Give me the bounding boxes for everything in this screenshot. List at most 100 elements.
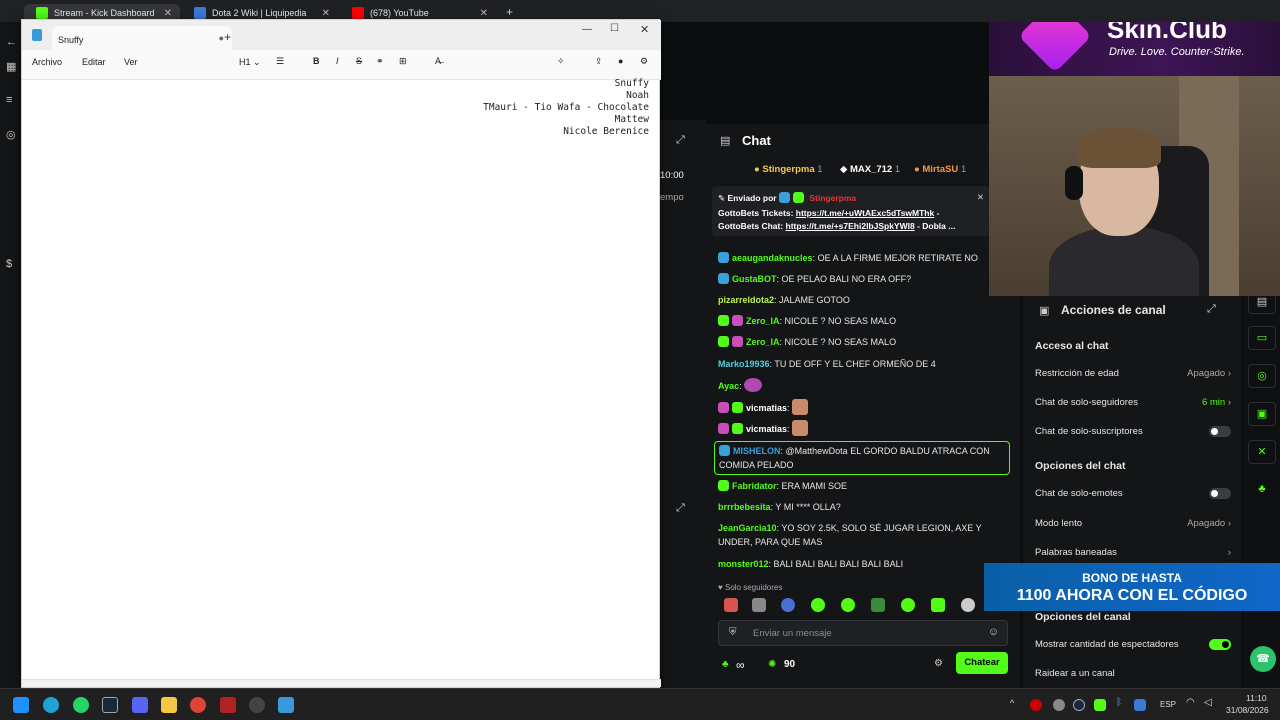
close-icon[interactable]: ✕ [480,8,488,19]
send-chat-button[interactable]: Chatear [956,652,1008,674]
tray-steam-icon[interactable] [1073,699,1085,711]
expand-icon[interactable]: ⤢ [676,502,685,515]
save-icon[interactable]: ▣ [1248,402,1276,426]
pinned-link[interactable]: https://t.me/+s7Ehi2lbJSpkYWI8 [786,221,915,231]
grid-icon[interactable]: ▦ [6,60,16,73]
share-icon[interactable]: ⇪ [595,56,603,67]
gifter-2[interactable]: ◆ MAX_712 1 [840,164,900,175]
strikethrough-icon[interactable]: S [356,56,362,66]
chat-message[interactable]: aeaugandaknucles: OE A LA FIRME MEJOR RE… [718,251,1010,265]
chat-message[interactable]: Zero_IA: NICOLE ? NO SEAS MALO [718,314,1010,328]
close-icon[interactable]: ✕ [640,23,649,36]
viewer-count-toggle[interactable] [1209,639,1231,650]
subscribers-only-row[interactable]: Chat de solo-suscriptores [1035,426,1231,437]
users-icon[interactable]: ♣ [1248,478,1276,502]
language-indicator[interactable]: ESP [1160,700,1176,709]
chat-username[interactable]: JeanGarcia10 [718,523,777,533]
chat-message[interactable]: Marko19936: TU DE OFF Y EL CHEF ORMEÑO D… [718,357,1010,371]
chat-message[interactable]: JeanGarcia10: YO SOY 2.5K, SOLO SÉ JUGAR… [718,521,1010,549]
wifi-icon[interactable]: ◠ [1186,697,1195,708]
obs-icon[interactable] [249,697,265,713]
pinned-link[interactable]: https://t.me/+uWtAExc5dTswMThk [796,208,934,218]
back-arrow-icon[interactable]: ← [6,36,17,48]
tray-chevron-icon[interactable]: ^ [1010,698,1014,708]
chat-message[interactable]: vicmatias: [718,420,1010,436]
shield-icon[interactable]: ⛨ [729,627,737,638]
emote-icon[interactable] [811,598,825,612]
notepad-document[interactable]: Snuffy Noah TMauri - Tio Wafa - Chocolat… [483,78,649,138]
menu-edit[interactable]: Editar [82,57,106,67]
emote-icon[interactable] [871,598,885,612]
clock-time[interactable]: 11:10 [1246,693,1267,703]
compass-icon[interactable]: ◎ [6,128,16,141]
emote-icon[interactable] [961,598,975,612]
chat-input[interactable]: ⛨ Enviar un mensaje ☺ [718,620,1008,646]
tray-app-icon[interactable] [1030,699,1042,711]
tray-app-icon[interactable] [1053,699,1065,711]
plus-icon[interactable]: + [506,5,513,19]
steam-icon[interactable] [102,697,118,713]
heading-selector[interactable]: H1 ⌄ [239,57,261,68]
chat-username[interactable]: vicmatias [746,403,787,413]
notepad-tab[interactable]: Snuffy ● [52,26,232,50]
chat-username[interactable]: Marko19936 [718,359,770,369]
clock-date[interactable]: 31/08/2026 [1226,705,1269,715]
chat-message[interactable]: Fabridator: ERA MAMI SOE [718,479,1010,493]
age-restriction-row[interactable]: Restricción de edad Apagado › [1035,368,1231,379]
discord-icon[interactable] [132,697,148,713]
chat-bubble-icon[interactable]: ▭ [1248,326,1276,350]
pinned-sender[interactable]: Stingerpma [809,193,856,203]
chrome-icon[interactable] [190,697,206,713]
unpin-icon[interactable]: ✕ [977,192,984,203]
copilot-icon[interactable]: ✧ [557,56,565,67]
dollar-icon[interactable]: $ [6,258,12,270]
emotes-only-toggle[interactable] [1209,488,1231,499]
settings-gear-icon[interactable]: ⚙ [640,56,648,67]
slow-mode-row[interactable]: Modo lento Apagado › [1035,518,1231,529]
chat-username[interactable]: vicmatias [746,424,787,434]
menu-icon[interactable]: ≡ [6,94,12,106]
subscribers-only-toggle[interactable] [1209,426,1231,437]
chat-username[interactable]: brrrbebesita [718,502,771,512]
link-icon[interactable]: ⚭ [376,56,384,67]
emote-icon[interactable] [901,598,915,612]
list-icon[interactable]: ☰ [276,56,284,67]
folder-icon[interactable] [161,697,177,713]
chat-message[interactable]: vicmatias: [718,399,1010,415]
expand-icon[interactable]: ⤢ [676,134,685,147]
tray-app-icon[interactable] [1094,699,1106,711]
clear-format-icon[interactable]: A̶ [435,56,441,66]
new-tab-plus-icon[interactable]: + [224,30,231,44]
chat-username[interactable]: monster012 [718,559,769,569]
emote-icon[interactable] [781,598,795,612]
chat-username[interactable]: Zero_IA [746,316,780,326]
chat-message[interactable]: brrrbebesita: Y MI **** OLLA? [718,500,1010,514]
bluetooth-icon[interactable]: ᛒ [1116,697,1122,708]
banned-words-row[interactable]: Palabras baneadas › [1035,547,1231,558]
chat-username[interactable]: MISHELON [733,446,781,456]
raid-row[interactable]: Raidear a un canal [1035,668,1231,679]
emote-icon[interactable] [752,598,766,612]
chat-username[interactable]: aeaugandaknucles [732,253,813,263]
maximize-icon[interactable]: ☐ [610,23,619,34]
italic-icon[interactable]: I [336,56,339,66]
chat-username[interactable]: Zero_IA [746,337,780,347]
chat-message[interactable]: pizarreldota2: JALAME GOTOO [718,293,1010,307]
account-icon[interactable]: ● [618,56,623,66]
chat-message[interactable]: monster012: BALI BALI BALI BALI BALI BAL… [718,557,1010,571]
settings-icon[interactable]: ⚙ [934,658,943,669]
viewer-count-row[interactable]: Mostrar cantidad de espectadores [1035,639,1231,650]
target-icon[interactable]: ◎ [1248,364,1276,388]
menu-file[interactable]: Archivo [32,57,62,67]
edge-icon[interactable] [43,697,59,713]
expand-icon[interactable]: ⤢ [1207,303,1216,316]
bold-icon[interactable]: B [313,56,320,66]
chat-username[interactable]: Ayac [718,381,739,391]
tray-app-icon[interactable] [1134,699,1146,711]
emoji-icon[interactable]: ☺ [988,626,999,638]
chat-username[interactable]: Fabridator [732,481,777,491]
close-icon[interactable]: ✕ [164,8,172,19]
whatsapp-icon[interactable] [73,697,89,713]
chat-message[interactable]: GustaBOT: OE PELAO BALI NO ERA OFF? [718,272,1010,286]
chat-username[interactable]: pizarreldota2 [718,295,774,305]
